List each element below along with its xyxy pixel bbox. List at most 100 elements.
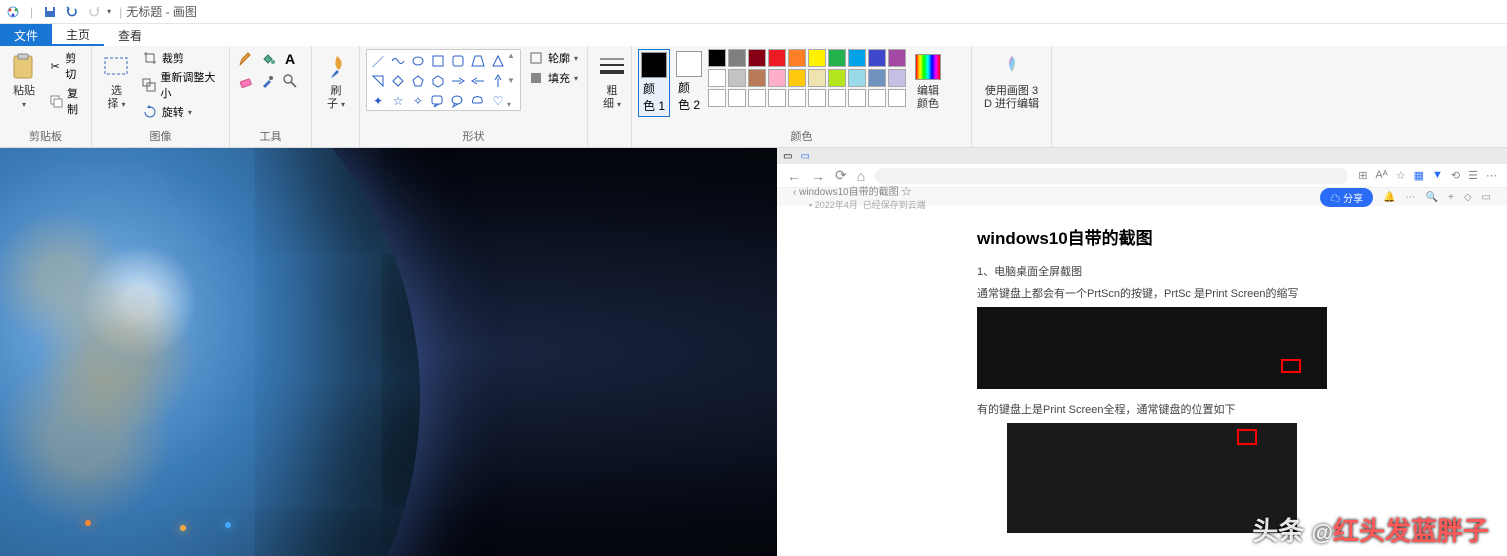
collections-icon[interactable]: ▦	[1414, 169, 1424, 182]
forward-icon[interactable]: →	[811, 168, 825, 184]
redo-icon[interactable]	[85, 3, 103, 21]
color-swatch[interactable]	[768, 89, 786, 107]
color-swatch[interactable]	[868, 89, 886, 107]
color-swatch[interactable]	[728, 69, 746, 87]
article-text: 1、电脑桌面全屏截图	[977, 263, 1477, 279]
clock-icon[interactable]: ◇	[1464, 192, 1472, 203]
watermark: 头条 @红头发蓝胖子	[1252, 511, 1489, 548]
shape-outline-button[interactable]: 轮廓 ▾	[525, 49, 581, 67]
color-swatch[interactable]	[748, 89, 766, 107]
qat-dropdown-icon[interactable]: ▾	[107, 7, 111, 16]
brushes-button[interactable]: 刷 子 ▾	[318, 49, 354, 113]
color-swatch[interactable]	[808, 49, 826, 67]
undo-icon[interactable]	[63, 3, 81, 21]
more-icon[interactable]: ⋯	[1406, 192, 1416, 203]
article-text: 通常键盘上都会有一个PrtScn的按键，PrtSc 是Print Screen的…	[977, 285, 1477, 301]
color-swatch[interactable]	[768, 49, 786, 67]
ext-icon[interactable]: ⊞	[1358, 169, 1367, 182]
shapes-gallery[interactable]: ／ ✦ ☆ ✧	[366, 49, 521, 111]
select-button[interactable]: 选 择 ▾	[98, 49, 135, 113]
color-swatch[interactable]	[768, 69, 786, 87]
color-swatch[interactable]	[848, 69, 866, 87]
tab-file[interactable]: 文件	[0, 24, 52, 46]
search-icon[interactable]: 🔍	[1426, 192, 1438, 203]
group-label	[978, 142, 1045, 144]
color-swatch[interactable]	[808, 89, 826, 107]
copy-icon	[49, 93, 63, 109]
article-title: windows10自带的截图	[977, 224, 1477, 249]
tab-view[interactable]: 查看	[104, 24, 156, 46]
paint3d-button[interactable]: 使用画图 3 D 进行编辑	[978, 49, 1045, 113]
eyedropper-tool[interactable]	[258, 71, 278, 91]
color-swatch[interactable]	[828, 49, 846, 67]
group-label	[594, 142, 625, 144]
color-swatch[interactable]	[888, 89, 906, 107]
color-swatch[interactable]	[868, 69, 886, 87]
group-label: 图像	[98, 126, 223, 144]
share-button[interactable]: ☁ 分享	[1320, 188, 1373, 207]
fill-icon	[528, 70, 544, 86]
pencil-tool[interactable]	[236, 49, 256, 69]
color1-button[interactable]: 颜 色 1	[638, 49, 670, 117]
more-icon[interactable]: ⋯	[1486, 169, 1497, 182]
color-swatch[interactable]	[888, 49, 906, 67]
address-bar[interactable]	[875, 168, 1348, 184]
color-swatch[interactable]	[868, 49, 886, 67]
edit-colors-button[interactable]: 编辑 颜色	[910, 49, 946, 113]
sync-icon[interactable]: ⟲	[1451, 169, 1460, 182]
copy-button[interactable]: 复制	[46, 84, 85, 118]
color-swatch[interactable]	[788, 69, 806, 87]
save-icon[interactable]	[41, 3, 59, 21]
menu-icon[interactable]: ▭	[1482, 192, 1491, 203]
color-swatch[interactable]	[808, 69, 826, 87]
keyboard-image	[977, 307, 1327, 389]
page-crumb[interactable]: windows10自带的截图	[799, 187, 898, 198]
resize-button[interactable]: 重新调整大小	[139, 68, 223, 102]
magnifier-tool[interactable]	[280, 71, 300, 91]
shapes-down-icon[interactable]: ▼	[507, 76, 519, 85]
shapes-up-icon[interactable]: ▲	[507, 51, 519, 60]
color-swatch[interactable]	[828, 69, 846, 87]
outline-icon	[528, 50, 544, 66]
crop-button[interactable]: 裁剪	[139, 49, 223, 67]
download-icon[interactable]: ▼	[1432, 169, 1443, 182]
eraser-tool[interactable]	[236, 71, 256, 91]
thickness-button[interactable]: 粗 细 ▾	[594, 49, 630, 113]
shape-fill-button[interactable]: 填充 ▾	[525, 69, 581, 87]
paste-button[interactable]: 粘贴▾	[6, 49, 42, 113]
color-swatch[interactable]	[708, 49, 726, 67]
color-swatch[interactable]	[848, 49, 866, 67]
crop-icon	[142, 50, 158, 66]
color-swatch[interactable]	[848, 89, 866, 107]
color-swatch[interactable]	[708, 69, 726, 87]
canvas-area[interactable]: ▭ ▭ ← → ⟳ ⌂ ⊞ Aᴬ ☆ ▦ ▼ ⟲ ☰ ⋯	[0, 148, 1507, 556]
color-swatch[interactable]	[788, 89, 806, 107]
back-icon[interactable]: ←	[787, 168, 801, 184]
color-swatch[interactable]	[708, 89, 726, 107]
color-swatch[interactable]	[788, 49, 806, 67]
text-tool[interactable]: A	[280, 49, 300, 69]
refresh-icon[interactable]: ⟳	[835, 167, 847, 184]
fill-tool[interactable]	[258, 49, 278, 69]
plus-icon[interactable]: +	[1448, 192, 1454, 203]
color-swatch[interactable]	[748, 69, 766, 87]
profile-icon[interactable]: ☰	[1468, 169, 1478, 182]
shapes-more-icon[interactable]: ▾	[507, 100, 519, 109]
group-label: 形状	[366, 126, 581, 144]
group-paint3d: 使用画图 3 D 进行编辑	[972, 46, 1052, 147]
color2-button[interactable]: 颜 色 2	[674, 49, 704, 115]
fav-icon[interactable]: ☆	[1396, 169, 1406, 182]
color-swatch[interactable]	[728, 49, 746, 67]
bell-icon[interactable]: 🔔	[1383, 192, 1395, 203]
browser-tabs[interactable]: ▭ ▭	[777, 148, 1507, 164]
color-swatch[interactable]	[888, 69, 906, 87]
color-swatch[interactable]	[828, 89, 846, 107]
color-swatch[interactable]	[748, 49, 766, 67]
tab-home[interactable]: 主页	[52, 24, 104, 46]
cut-button[interactable]: ✂剪切	[46, 49, 85, 83]
rotate-icon	[142, 104, 158, 120]
home-icon[interactable]: ⌂	[857, 168, 865, 184]
rotate-button[interactable]: 旋转 ▾	[139, 103, 223, 121]
aa-icon[interactable]: Aᴬ	[1375, 169, 1387, 182]
color-swatch[interactable]	[728, 89, 746, 107]
